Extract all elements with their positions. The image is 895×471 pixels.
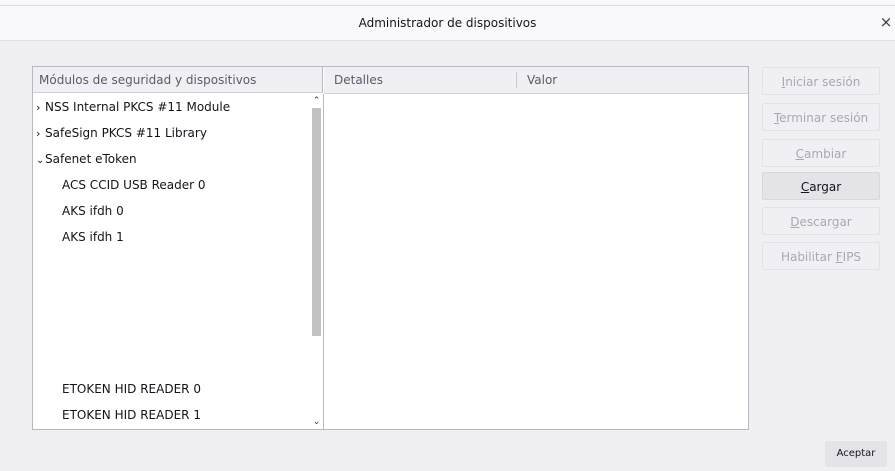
close-icon[interactable]: × [877,6,895,40]
change-password-button[interactable]: Cambiar contraseña [762,139,880,189]
tree-scrollbar[interactable]: ⌃ ⌄ [310,94,324,429]
column-divider [516,72,517,88]
tree-item-label: SafeSign PKCS #11 Library [45,126,207,140]
button-label: argar [809,180,842,194]
accept-button[interactable]: Aceptar [825,441,887,467]
button-label: escargar [799,215,852,229]
unload-button[interactable]: Descargar [762,207,880,235]
access-key: C [795,147,805,161]
dialog-title: Administrador de dispositivos [358,16,537,30]
value-column-header[interactable]: Valor [527,67,557,93]
button-label: IPS [842,250,862,264]
scrollbar-thumb[interactable] [312,108,321,336]
device-tree: › NSS Internal PKCS #11 Module › SafeSign … [33,94,310,429]
tree-item-acs-ccid-reader-0[interactable]: ACS CCID USB Reader 0 [62,172,206,198]
details-column-header[interactable]: Detalles [334,67,383,93]
tree-item-label: NSS Internal PKCS #11 Module [45,100,231,114]
button-label: Habilitar [780,250,836,264]
tree-item-nss-internal[interactable]: › NSS Internal PKCS #11 Module [36,94,230,120]
tree-item-aks-ifdh-1[interactable]: AKS ifdh 1 [62,224,124,250]
details-table [324,94,748,429]
chevron-right-icon[interactable]: › [36,121,45,147]
devices-panel: Módulos de seguridad y dispositivos › NSS… [32,66,749,430]
tree-item-safesign[interactable]: › SafeSign PKCS #11 Library [36,120,207,146]
tree-item-etoken-hid-reader-0[interactable]: ETOKEN HID READER 0 [62,376,201,402]
details-header: Detalles Valor [324,67,748,94]
access-key: F [835,250,843,264]
access-key: C [800,180,810,194]
access-key: D [790,215,800,229]
dialog-titlebar: Administrador de dispositivos × [0,6,895,41]
scroll-up-icon[interactable]: ⌃ [310,94,323,108]
chevron-right-icon[interactable]: › [36,95,45,121]
tree-item-aks-ifdh-0[interactable]: AKS ifdh 0 [62,198,124,224]
load-button[interactable]: Cargar [762,172,880,200]
tree-item-etoken-hid-reader-1[interactable]: ETOKEN HID READER 1 [62,402,201,428]
tree-column-header[interactable]: Módulos de seguridad y dispositivos [33,67,323,93]
tree-item-label: Safenet eToken [45,152,137,166]
button-label: niciar sesión [785,75,861,89]
tree-item-safenet-etoken[interactable]: ⌄Safenet eToken [36,146,137,172]
login-button[interactable]: Iniciar sesión [762,67,880,95]
button-label: erminar sesión [779,111,869,125]
scroll-down-icon[interactable]: ⌄ [310,415,323,429]
enable-fips-button[interactable]: Habilitar FIPS [762,242,880,270]
chevron-down-icon[interactable]: ⌄ [36,148,45,174]
logout-button[interactable]: Terminar sesión [762,103,880,131]
